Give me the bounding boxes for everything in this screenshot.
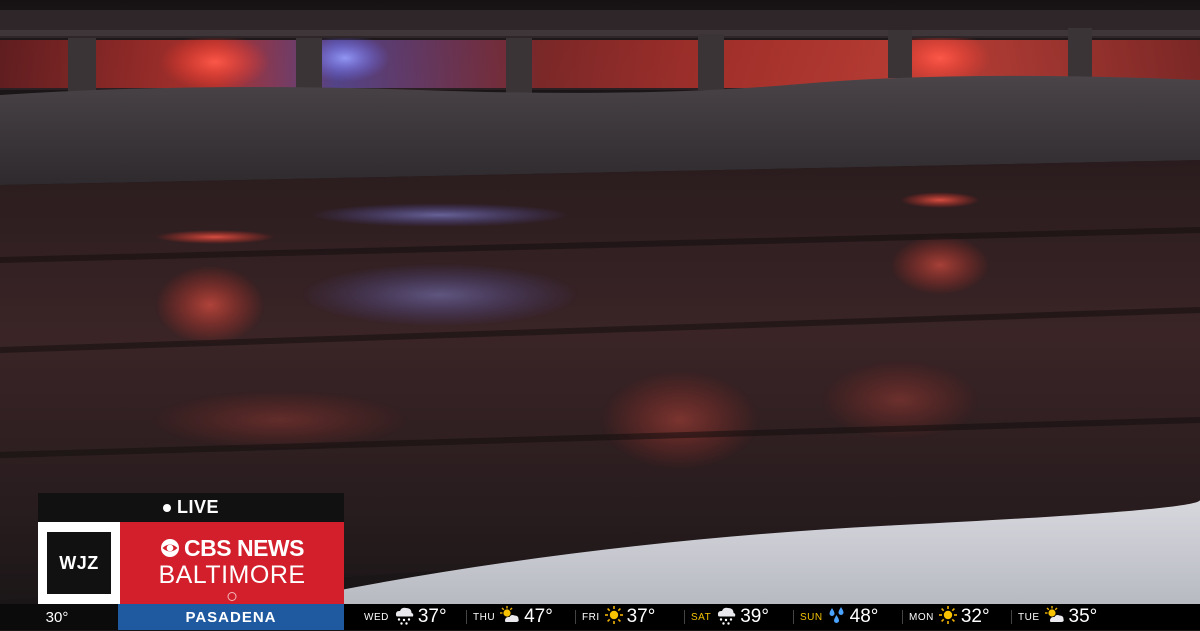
forecast-day-label: SAT (691, 611, 712, 623)
forecast-day-wed: WED 37° (364, 604, 473, 630)
forecast-day-sun: SUN 48° (800, 604, 909, 630)
network-branding: WJZ CBS NEWS BALTIMORE (38, 522, 344, 604)
network-name: CBS NEWS (184, 535, 304, 561)
forecast-day-fri: FRI 37° (582, 604, 691, 630)
current-temperature: 30° (0, 604, 118, 630)
forecast-day-mon: MON 32° (909, 604, 1018, 630)
ticker-location: PASADENA (118, 604, 344, 630)
forecast-day-label: THU (473, 611, 496, 623)
forecast-day-label: MON (909, 611, 934, 623)
forecast-day-label: TUE (1018, 611, 1040, 623)
forecast-temperature: 37° (626, 606, 656, 627)
forecast-temperature: 32° (960, 606, 990, 627)
forecast-day-sat: SAT 39° (691, 604, 800, 630)
partly-sunny-icon (1044, 605, 1066, 630)
sun-icon (938, 605, 958, 630)
live-indicator: LIVE (38, 493, 344, 522)
live-label: LIVE (176, 497, 219, 517)
station-call-sign: WJZ (59, 552, 99, 573)
partly-sunny-icon (499, 605, 521, 630)
forecast-temperature: 35° (1068, 606, 1098, 627)
forecast-temperature: 47° (524, 606, 553, 627)
forecast-day-thu: THU 47° (473, 604, 582, 630)
station-logo: WJZ (38, 522, 120, 604)
live-dot-icon (162, 503, 171, 512)
forecast-temperature: 37° (417, 606, 447, 627)
weather-ticker: 30° PASADENA WED 37° THU 47° FRI 37° SAT 39° SUN… (0, 604, 1200, 630)
rain-icon (827, 605, 847, 630)
snow-cloud-icon (715, 604, 737, 631)
forecast-temperature: 39° (740, 606, 769, 627)
cbs-eye-icon (161, 539, 180, 557)
forecast-day-tue: TUE 35° (1018, 604, 1127, 630)
forecast-temperature: 48° (849, 606, 879, 627)
indicator-dot-icon (227, 592, 237, 601)
market-name: BALTIMORE (158, 561, 306, 589)
cbs-news-logo: CBS NEWS BALTIMORE (120, 522, 344, 604)
snow-cloud-icon (393, 604, 415, 631)
sun-icon (604, 605, 624, 630)
forecast-day-label: FRI (582, 611, 600, 623)
forecast-day-label: SUN (800, 611, 823, 623)
seven-day-forecast: WED 37° THU 47° FRI 37° SAT 39° SUN 48° MON 32° TUE 3… (344, 604, 1200, 630)
forecast-day-label: WED (364, 611, 389, 623)
